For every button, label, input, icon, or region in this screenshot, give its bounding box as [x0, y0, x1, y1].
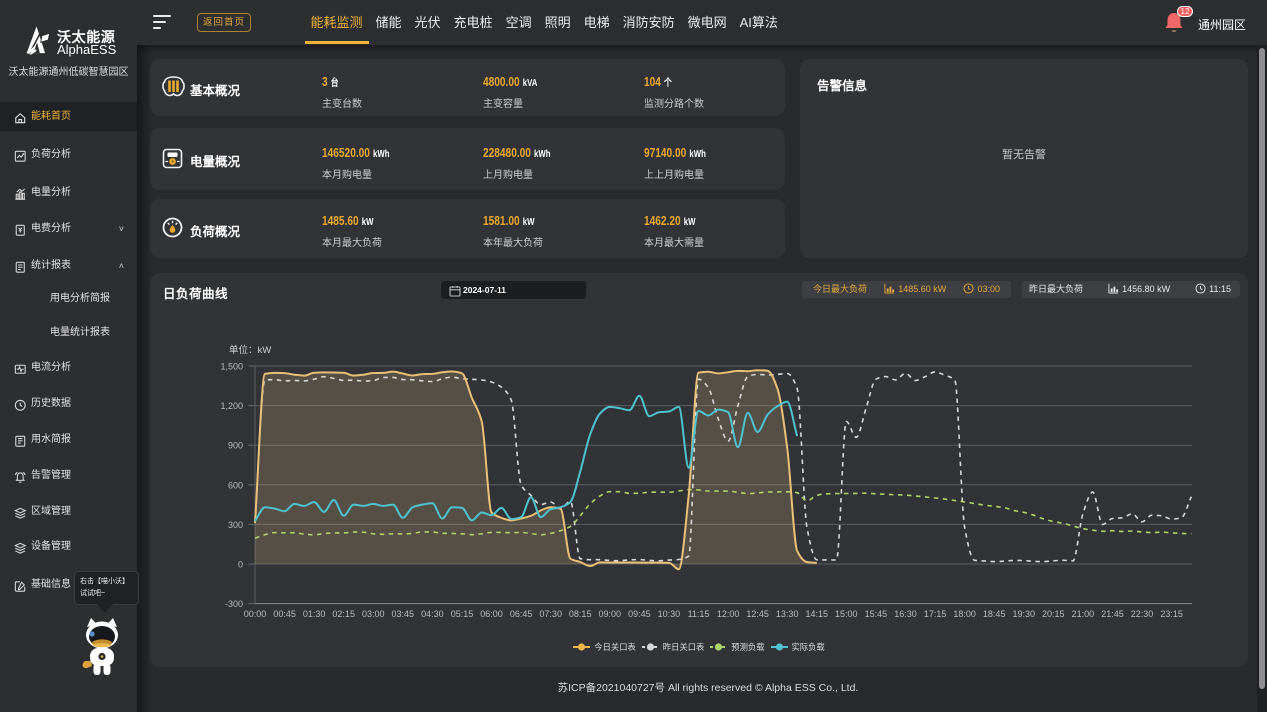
svg-text:06:00: 06:00: [480, 609, 503, 619]
svg-text:02:15: 02:15: [332, 609, 355, 619]
svg-text:04:30: 04:30: [421, 609, 444, 619]
svg-text:09:45: 09:45: [628, 609, 651, 619]
svg-text:10:30: 10:30: [658, 609, 681, 619]
svg-text:00:45: 00:45: [273, 609, 296, 619]
svg-text:单位：kW: 单位：kW: [229, 344, 271, 356]
svg-text:14:15: 14:15: [806, 609, 829, 619]
svg-text:20:15: 20:15: [1042, 609, 1065, 619]
svg-text:03:45: 03:45: [392, 609, 415, 619]
svg-text:1,500: 1,500: [220, 362, 243, 372]
svg-text:21:00: 21:00: [1072, 609, 1095, 619]
svg-text:09:00: 09:00: [599, 609, 622, 619]
svg-text:19:30: 19:30: [1013, 609, 1036, 619]
svg-text:23:15: 23:15: [1160, 609, 1183, 619]
svg-text:600: 600: [228, 480, 243, 490]
svg-text:21:45: 21:45: [1101, 609, 1124, 619]
svg-text:06:45: 06:45: [510, 609, 533, 619]
svg-text:12:00: 12:00: [717, 609, 740, 619]
svg-text:0: 0: [238, 560, 243, 570]
svg-text:01:30: 01:30: [303, 609, 326, 619]
svg-text:11:15: 11:15: [688, 609, 710, 619]
svg-text:300: 300: [228, 520, 243, 530]
svg-text:15:00: 15:00: [835, 609, 858, 619]
svg-text:900: 900: [228, 441, 243, 451]
svg-text:13:30: 13:30: [776, 609, 799, 619]
svg-text:1,200: 1,200: [220, 401, 243, 411]
svg-text:18:00: 18:00: [953, 609, 976, 619]
svg-text:12:45: 12:45: [746, 609, 769, 619]
svg-text:05:15: 05:15: [451, 609, 474, 619]
svg-text:22:30: 22:30: [1131, 609, 1154, 619]
svg-text:17:15: 17:15: [924, 609, 947, 619]
svg-text:08:15: 08:15: [569, 609, 592, 619]
svg-text:16:30: 16:30: [894, 609, 917, 619]
svg-text:07:30: 07:30: [539, 609, 562, 619]
svg-text:-300: -300: [225, 599, 243, 609]
svg-text:15:45: 15:45: [865, 609, 888, 619]
svg-text:00:00: 00:00: [244, 609, 267, 619]
svg-text:18:45: 18:45: [983, 609, 1006, 619]
svg-text:03:00: 03:00: [362, 609, 385, 619]
